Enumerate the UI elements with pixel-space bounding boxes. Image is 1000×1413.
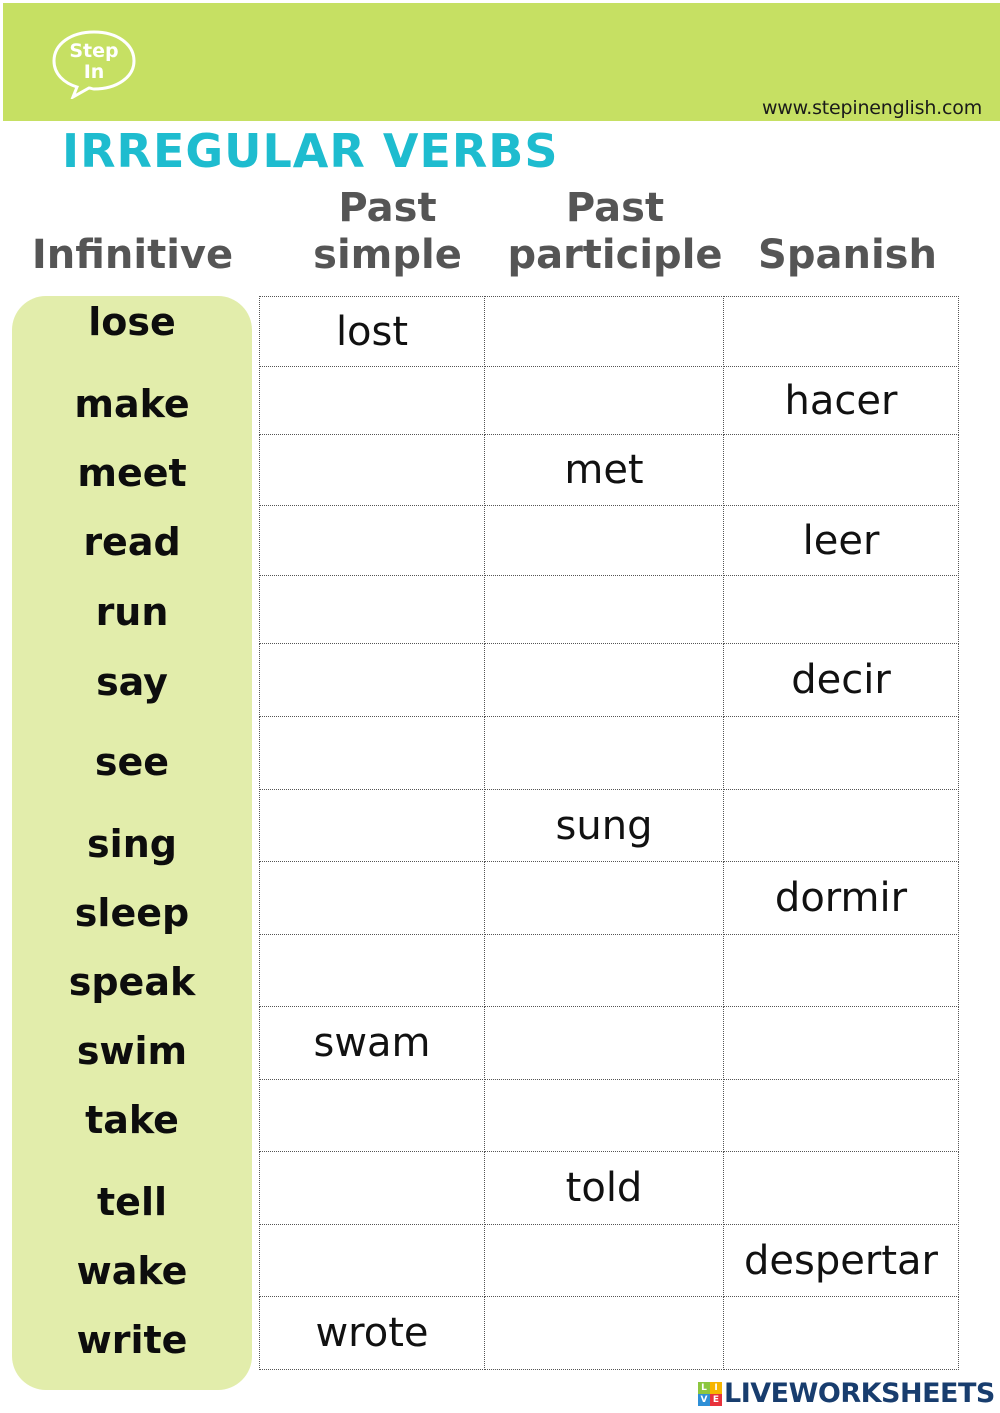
answer-cell-given: wrote	[259, 1296, 485, 1370]
answer-cell-given: met	[484, 434, 724, 506]
answer-input-cell[interactable]	[259, 366, 485, 435]
answer-input-cell[interactable]	[259, 1151, 485, 1225]
column-header-spanish: Spanish	[735, 232, 960, 279]
answer-input-cell[interactable]	[484, 296, 724, 367]
infinitive-word: meet	[77, 451, 187, 495]
answer-cell-given: lost	[259, 296, 485, 367]
answer-input-cell[interactable]	[723, 575, 959, 644]
answer-input-cell[interactable]	[484, 1296, 724, 1370]
answer-cell-given: hacer	[723, 366, 959, 435]
answer-input-cell[interactable]	[484, 1079, 724, 1152]
infinitive-word: run	[95, 590, 169, 634]
column-header-past-participle: Past participle	[495, 185, 735, 279]
infinitive-word: tell	[97, 1180, 167, 1224]
answer-cell-given: despertar	[723, 1224, 959, 1297]
answer-input-cell[interactable]	[723, 296, 959, 367]
column-header-spanish-label: Spanish	[758, 232, 937, 278]
answer-input-cell[interactable]	[484, 861, 724, 935]
column-header-past-simple-line1: Past	[338, 185, 437, 231]
answer-input-cell[interactable]	[484, 716, 724, 790]
answer-input-cell[interactable]	[259, 434, 485, 506]
live-badge-icon: L I V E	[698, 1381, 722, 1406]
answer-input-cell[interactable]	[723, 434, 959, 506]
column-header-infinitive: Infinitive	[20, 232, 245, 279]
badge-letter-e: E	[710, 1393, 722, 1406]
answer-input-cell[interactable]	[723, 716, 959, 790]
infinitive-word: say	[96, 660, 168, 704]
answer-input-cell[interactable]	[259, 1079, 485, 1152]
infinitive-word: read	[83, 520, 181, 564]
infinitive-word: make	[74, 382, 190, 426]
answer-input-cell[interactable]	[723, 1151, 959, 1225]
answer-cell-given: dormir	[723, 861, 959, 935]
answer-input-cell[interactable]	[484, 1006, 724, 1080]
answer-input-cell[interactable]	[723, 1296, 959, 1370]
answer-cell-given: told	[484, 1151, 724, 1225]
header-band: Step In www.stepinenglish.com	[3, 3, 1000, 121]
column-header-past-participle-line2: participle	[507, 232, 723, 278]
logo-text-in: In	[84, 61, 105, 83]
liveworksheets-logo: L I V E LIVEWORKSHEETS	[698, 1378, 995, 1409]
badge-letter-i: I	[710, 1381, 722, 1394]
badge-letter-v: V	[698, 1393, 710, 1406]
infinitive-word: swim	[76, 1029, 188, 1073]
answer-input-cell[interactable]	[484, 934, 724, 1007]
speech-bubble-icon: Step In	[52, 30, 136, 101]
answer-input-cell[interactable]	[259, 643, 485, 717]
column-header-past-simple: Past simple	[270, 185, 505, 279]
page-title: IRREGULAR VERBS	[62, 124, 559, 178]
answer-input-cell[interactable]	[484, 575, 724, 644]
infinitive-word: wake	[76, 1249, 188, 1293]
answer-input-cell[interactable]	[723, 1006, 959, 1080]
answer-input-cell[interactable]	[259, 789, 485, 862]
infinitive-word: speak	[68, 960, 196, 1004]
badge-letter-l: L	[698, 1381, 710, 1394]
infinitive-word: see	[94, 740, 170, 784]
answer-cell-given: sung	[484, 789, 724, 862]
answer-input-cell[interactable]	[259, 1224, 485, 1297]
logo-text-step: Step	[69, 40, 118, 62]
infinitive-word: sing	[87, 822, 177, 866]
answer-input-cell[interactable]	[723, 934, 959, 1007]
column-header-past-simple-line2: simple	[313, 232, 462, 278]
answer-cell-given: leer	[723, 505, 959, 576]
column-header-infinitive-label: Infinitive	[31, 232, 234, 278]
column-header-past-participle-line1: Past	[565, 185, 665, 231]
answer-input-cell[interactable]	[259, 575, 485, 644]
infinitive-word: sleep	[74, 891, 190, 935]
brand-name: LIVEWORKSHEETS	[724, 1378, 995, 1409]
answer-input-cell[interactable]	[484, 505, 724, 576]
answer-input-cell[interactable]	[259, 505, 485, 576]
answer-input-cell[interactable]	[484, 643, 724, 717]
answer-cell-given: swam	[259, 1006, 485, 1080]
answer-input-cell[interactable]	[259, 861, 485, 935]
site-url[interactable]: www.stepinenglish.com	[762, 97, 982, 119]
answer-input-cell[interactable]	[484, 1224, 724, 1297]
infinitive-word: write	[76, 1318, 188, 1362]
step-in-logo: Step In	[51, 29, 137, 101]
infinitive-word: lose	[88, 300, 176, 344]
answer-input-cell[interactable]	[723, 789, 959, 862]
answer-input-cell[interactable]	[484, 366, 724, 435]
answer-cell-given: decir	[723, 643, 959, 717]
answer-input-cell[interactable]	[259, 934, 485, 1007]
answer-input-cell[interactable]	[259, 716, 485, 790]
answer-input-cell[interactable]	[723, 1079, 959, 1152]
infinitive-word: take	[85, 1098, 179, 1142]
